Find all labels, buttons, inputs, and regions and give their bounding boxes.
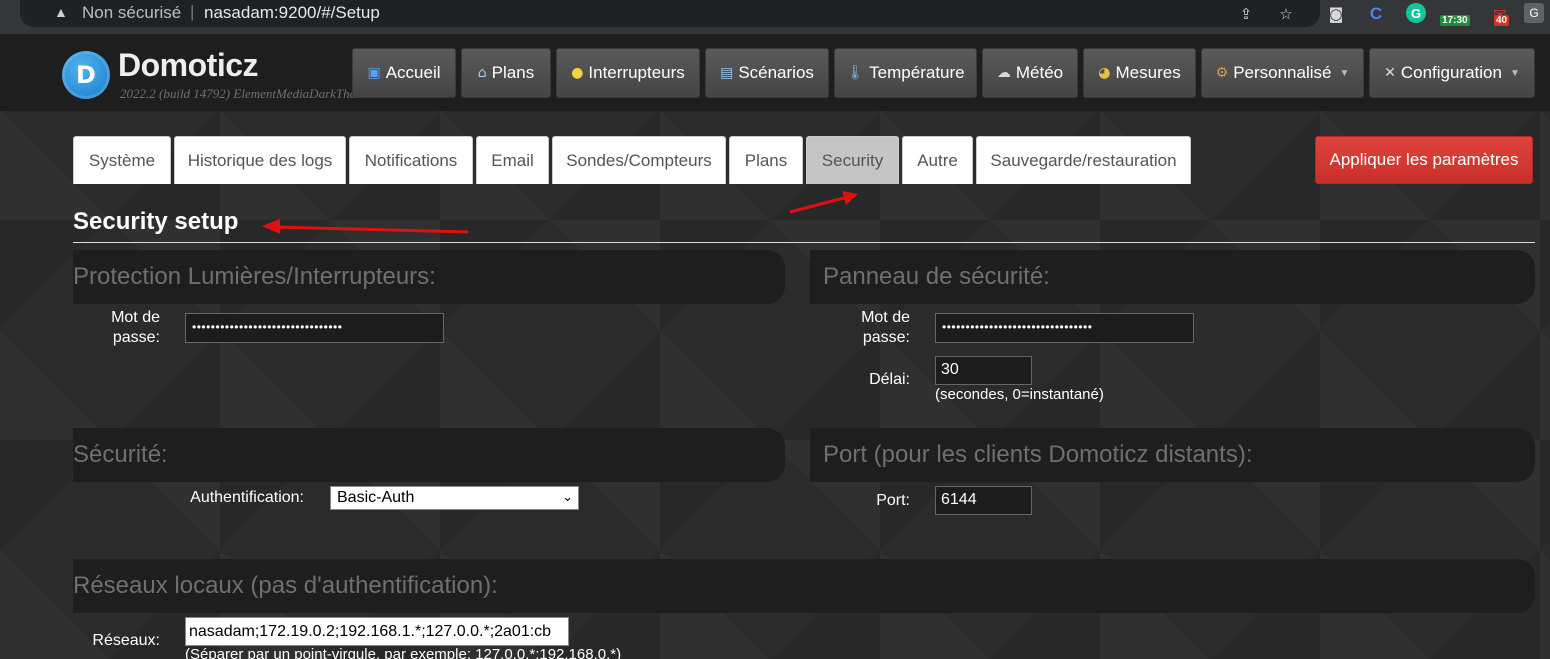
authentication-select[interactable]: Basic-Auth ⌄ bbox=[330, 486, 579, 510]
lightbulb-icon: ● bbox=[571, 65, 584, 81]
port-label: Port: bbox=[876, 492, 910, 509]
tab-security[interactable]: Security bbox=[806, 136, 899, 184]
google-extension-icon[interactable]: C bbox=[1364, 3, 1388, 25]
page-title: Security setup bbox=[73, 208, 239, 235]
tab-sondes-compteurs[interactable]: Sondes/Compteurs bbox=[552, 136, 726, 184]
app-title[interactable]: Domoticz bbox=[118, 47, 259, 84]
nav-temperature[interactable]: 🌡 Température bbox=[834, 48, 977, 98]
grammarly-extension-icon[interactable]: G bbox=[1406, 3, 1426, 23]
networks-input[interactable]: nasadam;172.19.0.2;192.168.1.*;127.0.0.*… bbox=[185, 617, 569, 646]
url-text[interactable]: nasadam:9200/#/Setup bbox=[204, 3, 380, 23]
clock-badge: 17:30 bbox=[1440, 15, 1470, 26]
panel-password-label: Mot de passe: bbox=[861, 309, 910, 346]
delay-hint: (secondes, 0=instantané) bbox=[935, 386, 1104, 403]
tab-plans[interactable]: Plans bbox=[729, 136, 803, 184]
nav-accueil[interactable]: ▣ Accueil bbox=[352, 48, 456, 98]
protection-section-header: Protection Lumières/Interrupteurs: bbox=[73, 250, 785, 304]
tools-icon: ✕ bbox=[1384, 65, 1396, 81]
thermometer-icon: 🌡 bbox=[846, 65, 865, 81]
dashboard-icon: ▣ bbox=[367, 65, 381, 81]
gauge-icon: ◕ bbox=[1098, 65, 1111, 81]
nav-configuration[interactable]: ✕ Configuration ▼ bbox=[1369, 48, 1535, 98]
title-divider bbox=[73, 242, 1535, 243]
networks-section-header: Réseaux locaux (pas d'authentification): bbox=[73, 559, 1535, 613]
browser-toolbar: ▲ Non sécurisé | nasadam:9200/#/Setup ⇪ … bbox=[0, 0, 1550, 34]
bookmark-star-icon[interactable]: ☆ bbox=[1274, 3, 1298, 25]
eye-off-icon[interactable]: ◙ bbox=[1324, 3, 1348, 25]
cloud-icon: ☁ bbox=[996, 65, 1011, 81]
url-separator: | bbox=[190, 2, 195, 21]
tab-sauvegarde-restauration[interactable]: Sauvegarde/restauration bbox=[976, 136, 1191, 184]
protection-password-label: Mot de passe: bbox=[111, 309, 160, 346]
chevron-down-icon: ▼ bbox=[1509, 67, 1520, 79]
tab-notifications[interactable]: Notifications bbox=[349, 136, 473, 184]
chevron-down-icon: ▼ bbox=[1339, 67, 1350, 79]
nav-personnalise[interactable]: ⚙ Personnalisé ▼ bbox=[1201, 48, 1364, 98]
chevron-down-icon: ⌄ bbox=[562, 490, 573, 505]
insecure-label[interactable]: Non sécurisé bbox=[82, 3, 181, 23]
gear-icon: ⚙ bbox=[1215, 65, 1229, 81]
port-section-header: Port (pour les clients Domoticz distants… bbox=[810, 428, 1535, 482]
app-header: D Domoticz 2022.2 (build 14792) ElementM… bbox=[0, 34, 1550, 111]
delay-input[interactable]: 30 bbox=[935, 356, 1032, 385]
networks-label: Réseaux: bbox=[92, 632, 160, 649]
port-input[interactable]: 6144 bbox=[935, 486, 1032, 515]
tab-annotation-arrow bbox=[789, 191, 858, 214]
panel-password-field[interactable]: •••••••••••••••••••••••••••••••• bbox=[935, 313, 1194, 343]
nav-meteo[interactable]: ☁ Météo bbox=[982, 48, 1078, 98]
panel-section-header: Panneau de sécurité: bbox=[810, 250, 1535, 304]
security-section-header: Sécurité: bbox=[73, 428, 785, 482]
title-annotation-arrow bbox=[262, 219, 469, 234]
tab-systeme[interactable]: Système bbox=[73, 136, 171, 184]
apply-settings-button[interactable]: Appliquer les paramètres bbox=[1315, 136, 1533, 184]
authentication-label: Authentification: bbox=[190, 489, 304, 506]
house-icon: ⌂ bbox=[477, 65, 487, 81]
domoticz-logo-icon[interactable]: D bbox=[62, 51, 110, 99]
tab-autre[interactable]: Autre bbox=[902, 136, 973, 184]
protection-password-field[interactable]: •••••••••••••••••••••••••••••••• bbox=[185, 313, 444, 343]
mail-count-badge: 40 bbox=[1494, 15, 1510, 26]
clapper-icon: ▤ bbox=[720, 65, 734, 81]
warning-icon[interactable]: ▲ bbox=[54, 4, 68, 20]
delay-label: Délai: bbox=[869, 371, 910, 388]
nav-mesures[interactable]: ◕ Mesures bbox=[1083, 48, 1196, 98]
share-icon[interactable]: ⇪ bbox=[1234, 3, 1258, 25]
networks-hint: (Séparer par un point-virgule, par exemp… bbox=[185, 646, 622, 659]
tab-historique-logs[interactable]: Historique des logs bbox=[174, 136, 346, 184]
address-bar[interactable]: ▲ Non sécurisé | nasadam:9200/#/Setup bbox=[20, 0, 1320, 27]
tab-email[interactable]: Email bbox=[476, 136, 549, 184]
mail-extension-icon[interactable]: ✉ 40 bbox=[1488, 3, 1512, 26]
nav-plans[interactable]: ⌂ Plans bbox=[461, 48, 551, 98]
profile-icon[interactable]: G bbox=[1524, 3, 1544, 23]
app-version: 2022.2 (build 14792) ElementMediaDarkThe… bbox=[120, 86, 371, 101]
clock-extension-icon[interactable]: 17:30 bbox=[1440, 3, 1472, 26]
nav-interrupteurs[interactable]: ● Interrupteurs bbox=[556, 48, 700, 98]
nav-scenarios[interactable]: ▤ Scénarios bbox=[705, 48, 829, 98]
